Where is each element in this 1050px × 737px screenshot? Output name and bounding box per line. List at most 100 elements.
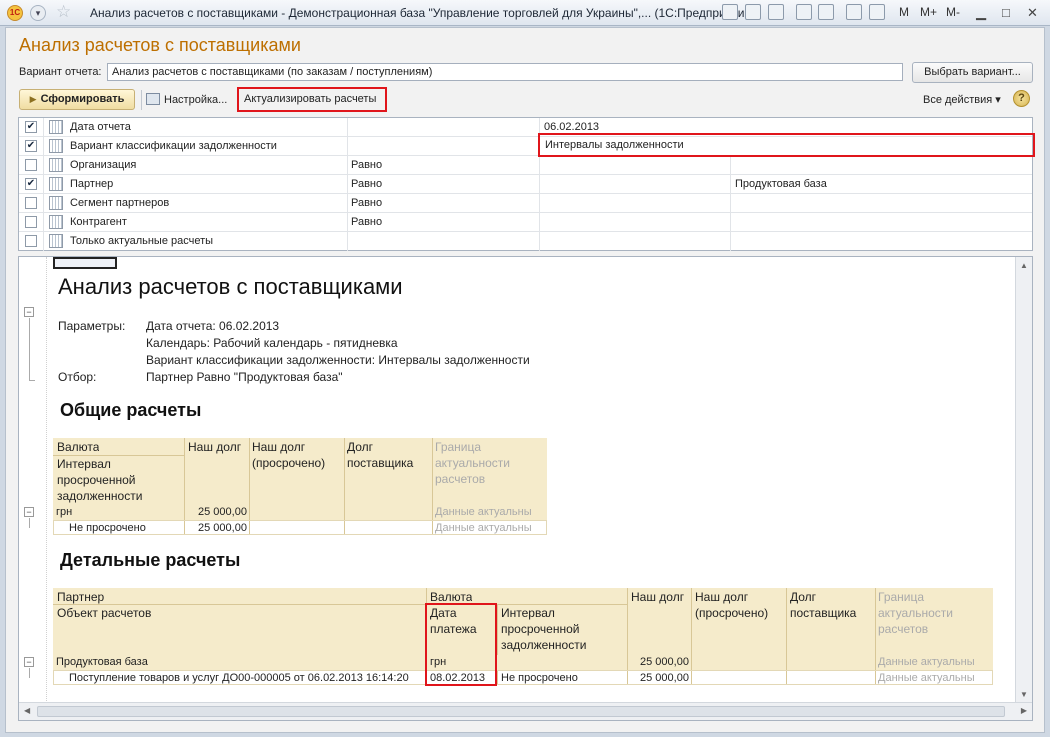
settings-row-condition[interactable]: Равно: [351, 159, 382, 171]
settings-row-condition[interactable]: Равно: [351, 178, 382, 190]
print-icon[interactable]: [745, 4, 761, 20]
row-divider: [344, 505, 345, 520]
settings-row-checkbox[interactable]: [25, 216, 37, 228]
variant-label: Вариант отчета:: [19, 66, 102, 78]
row-divider: [184, 505, 185, 520]
param-calendar: Календарь: Рабочий календарь - пятидневк…: [146, 336, 398, 350]
filter-value: Партнер Равно "Продуктовая база": [146, 370, 343, 384]
settings-row-checkbox[interactable]: ✔: [25, 178, 37, 190]
row-our-debt: 25 000,00: [198, 506, 247, 518]
grid-cell-divider: [43, 118, 44, 137]
settings-row-name: Организация: [70, 159, 137, 171]
report-spreadsheet[interactable]: − − − Анализ расчетов с поставщиками Пар…: [18, 256, 1033, 721]
add-favorite-icon[interactable]: [796, 4, 812, 20]
generate-button-label: Сформировать: [40, 93, 125, 105]
settings-row-counterparty[interactable]: Контрагент Равно: [19, 213, 1032, 232]
header-divider: [432, 438, 433, 505]
window-titlebar: 1С ▾ ☆ Анализ расчетов с поставщиками - …: [0, 0, 1050, 26]
scroll-down-icon[interactable]: ▼: [1020, 690, 1028, 699]
settings-row-value[interactable]: 06.02.2013: [544, 121, 599, 133]
scroll-right-icon[interactable]: ▶: [1021, 706, 1027, 715]
general-row-not-overdue[interactable]: Не просрочено 25 000,00 Данные актуальны: [53, 520, 547, 535]
row-divider: [184, 521, 185, 534]
header-divider: [691, 588, 692, 655]
main-menu-dropdown-icon[interactable]: ▾: [30, 5, 46, 21]
group-line: [29, 518, 30, 528]
grid-cell-divider: [43, 232, 44, 251]
save-icon[interactable]: [722, 4, 738, 20]
close-icon[interactable]: ✕: [1027, 5, 1038, 21]
settings-row-value[interactable]: Продуктовая база: [735, 178, 827, 190]
memory-plus-button[interactable]: M+: [920, 5, 937, 19]
link-icon[interactable]: [818, 4, 834, 20]
selected-cell[interactable]: [53, 257, 117, 269]
actualize-settlements-button[interactable]: Актуализировать расчеты: [237, 87, 387, 112]
scroll-left-icon[interactable]: ◀: [24, 706, 30, 715]
maximize-icon[interactable]: □: [1002, 5, 1010, 20]
scroll-up-icon[interactable]: ▲: [1020, 261, 1028, 270]
settings-row-checkbox[interactable]: ✔: [25, 140, 37, 152]
header-border: Граница актуальности расчетов: [878, 590, 953, 636]
settings-row-name: Контрагент: [70, 216, 127, 228]
header-divider: [497, 604, 498, 655]
favorites-star-icon[interactable]: ☆: [56, 2, 71, 22]
grid-cell-divider: [43, 175, 44, 194]
row-divider: [627, 655, 628, 670]
collapse-group-icon[interactable]: −: [24, 307, 34, 317]
settings-row-organization[interactable]: Организация Равно: [19, 156, 1032, 175]
settings-row-partner-segment[interactable]: Сегмент партнеров Равно: [19, 194, 1032, 213]
settings-row-only-actual[interactable]: Только актуальные расчеты: [19, 232, 1032, 251]
row-our-debt: 25 000,00: [640, 672, 689, 684]
params-label: Параметры:: [58, 319, 126, 333]
settings-row-checkbox[interactable]: [25, 159, 37, 171]
header-supplier-debt: Долг поставщика: [790, 590, 857, 620]
collapse-group-icon[interactable]: −: [24, 507, 34, 517]
1c-logo-icon[interactable]: 1С: [7, 5, 23, 21]
settings-row-checkbox[interactable]: [25, 197, 37, 209]
header-object: Объект расчетов: [57, 606, 152, 620]
minimize-icon[interactable]: ▁: [976, 5, 986, 21]
grid-cell-divider: [43, 194, 44, 213]
row-divider: [344, 521, 345, 534]
variant-field[interactable]: Анализ расчетов с поставщиками (по заказ…: [107, 63, 903, 81]
row-divider: [627, 671, 628, 684]
grouping-gutter: [19, 257, 47, 703]
debt-classification-value-text: Интервалы задолженности: [545, 139, 684, 151]
vertical-scrollbar[interactable]: ▲ ▼: [1015, 257, 1032, 703]
detailed-row-document[interactable]: Поступление товаров и услуг ДО00-000005 …: [53, 670, 993, 685]
settings-row-checkbox[interactable]: ✔: [25, 121, 37, 133]
grid-cell-divider: [43, 137, 44, 156]
settings-row-name: Сегмент партнеров: [70, 197, 170, 209]
help-icon[interactable]: ?: [1013, 90, 1030, 107]
general-row-currency[interactable]: грн 25 000,00 Данные актуальны: [53, 505, 547, 520]
header-interval: Интервал просроченной задолженности: [57, 457, 143, 503]
collapse-group-icon[interactable]: −: [24, 657, 34, 667]
param-classification: Вариант классификации задолженности: Инт…: [146, 353, 530, 367]
detailed-heading: Детальные расчеты: [60, 550, 241, 570]
debt-classification-value[interactable]: Интервалы задолженности: [538, 133, 1035, 157]
grid-cell-divider: [43, 156, 44, 175]
pay-date-highlight: [425, 603, 497, 686]
memory-m-button[interactable]: M: [899, 5, 909, 19]
row-interval: Не просрочено: [501, 672, 578, 684]
generate-button[interactable]: ▶ Сформировать: [19, 89, 135, 110]
settings-row-partner[interactable]: ✔ Партнер Равно Продуктовая база: [19, 175, 1032, 194]
settings-row-name: Дата отчета: [70, 121, 131, 133]
preview-icon[interactable]: [768, 4, 784, 20]
settings-button[interactable]: Настройка...: [146, 93, 227, 106]
settings-row-checkbox[interactable]: [25, 235, 37, 247]
all-actions-menu[interactable]: Все действия ▾: [923, 93, 1001, 106]
report-form: Анализ расчетов с поставщиками Вариант о…: [5, 27, 1045, 733]
choose-variant-button[interactable]: Выбрать вариант...: [912, 62, 1033, 83]
settings-row-condition[interactable]: Равно: [351, 216, 382, 228]
settings-row-condition[interactable]: Равно: [351, 197, 382, 209]
detailed-row-partner[interactable]: Продуктовая база грн 25 000,00 Данные ак…: [53, 655, 993, 670]
settings-row-name: Вариант классификации задолженности: [70, 140, 277, 152]
horizontal-scroll-thumb[interactable]: [37, 706, 1005, 717]
memory-minus-button[interactable]: M-: [946, 5, 960, 19]
calculator-icon[interactable]: [846, 4, 862, 20]
play-icon: ▶: [29, 94, 37, 104]
calendar-icon[interactable]: [869, 4, 885, 20]
horizontal-scrollbar[interactable]: ◀ ▶: [19, 702, 1032, 720]
settings-row-name: Только актуальные расчеты: [70, 235, 214, 247]
